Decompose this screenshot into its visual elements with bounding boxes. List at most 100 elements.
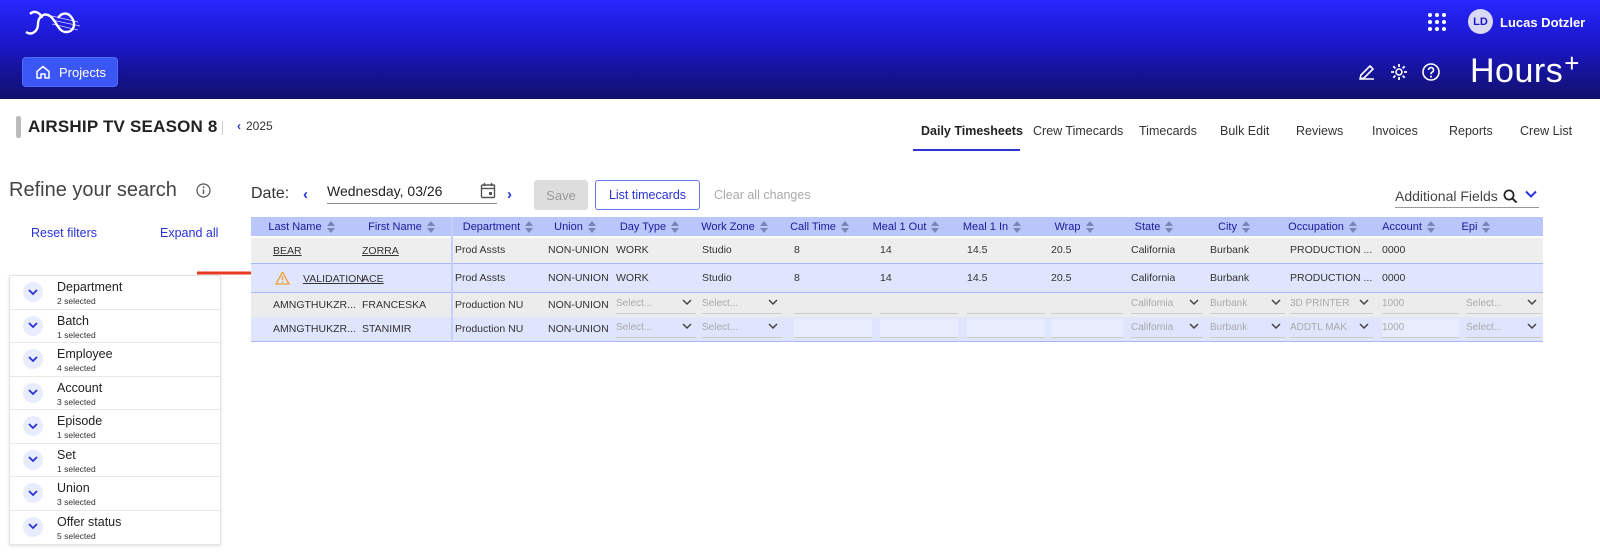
filter-account[interactable]: Account 3 selected	[10, 377, 220, 410]
tab-crew-timecards[interactable]: Crew Timecards	[1033, 124, 1123, 138]
tab-timecards[interactable]: Timecards	[1139, 124, 1197, 138]
col-work-zone[interactable]: Work Zone	[692, 217, 777, 236]
date-input[interactable]: Wednesday, 03/26	[327, 180, 497, 204]
cell-meal-in[interactable]: 14.5	[967, 244, 987, 256]
clear-all-changes-button[interactable]: Clear all changes	[714, 188, 811, 202]
last-name-link[interactable]: BEAR	[273, 245, 302, 257]
col-state[interactable]: State	[1114, 217, 1194, 236]
cell-call-time[interactable]: 8	[794, 272, 800, 284]
year-back-link[interactable]: ‹ 2025	[237, 119, 273, 133]
city-select[interactable]: Burbank	[1210, 319, 1285, 338]
expand-all-link[interactable]: Expand all	[160, 226, 218, 240]
epi-select[interactable]: Select...	[1466, 295, 1541, 314]
cell-occupation[interactable]: PRODUCTION ...	[1290, 272, 1372, 284]
col-day-type[interactable]: Day Type	[607, 217, 692, 236]
table-row[interactable]: BEAR ZORRA Prod Assts NON-UNION WORK Stu…	[251, 238, 1543, 263]
tab-crew-list[interactable]: Crew List	[1520, 124, 1572, 138]
cell-meal-in[interactable]: 14.5	[967, 272, 987, 284]
projects-button[interactable]: Projects	[22, 57, 118, 87]
filter-episode[interactable]: Episode 1 selected	[10, 410, 220, 444]
col-last-name[interactable]: Last Name	[251, 217, 352, 236]
account-input[interactable]: 1000	[1382, 319, 1459, 338]
apps-grid-icon[interactable]	[1428, 13, 1446, 31]
cell-account[interactable]: 0000	[1382, 244, 1405, 256]
day-type-select[interactable]: Select...	[616, 319, 696, 338]
filter-employee[interactable]: Employee 4 selected	[10, 343, 220, 377]
wrap-input[interactable]	[1051, 295, 1123, 314]
col-meal-1-in[interactable]: Meal 1 In	[950, 217, 1034, 236]
table-row[interactable]: AMNGTHUKZR... FRANCESKA Production NU NO…	[251, 293, 1543, 317]
cell-day-type[interactable]: WORK	[616, 244, 649, 256]
col-epi[interactable]: Epi	[1446, 217, 1506, 236]
epi-select[interactable]: Select...	[1466, 319, 1541, 338]
wrap-input[interactable]	[1051, 319, 1123, 338]
state-select[interactable]: California	[1131, 295, 1203, 314]
filter-department[interactable]: Department 2 selected	[10, 276, 220, 310]
city-select[interactable]: Burbank	[1210, 295, 1285, 314]
search-icon[interactable]	[1503, 189, 1518, 204]
list-timecards-button[interactable]: List timecards	[595, 180, 700, 210]
info-icon[interactable]	[196, 183, 211, 198]
col-occupation[interactable]: Occupation	[1274, 217, 1371, 236]
additional-fields-dropdown[interactable]: Additional Fields	[1395, 188, 1498, 204]
cell-day-type[interactable]: WORK	[616, 272, 649, 284]
cell-city[interactable]: Burbank	[1210, 244, 1249, 256]
meal-in-input[interactable]	[967, 319, 1045, 338]
filter-batch[interactable]: Batch 1 selected	[10, 310, 220, 343]
call-time-input[interactable]	[794, 295, 872, 314]
gear-icon[interactable]	[1389, 62, 1409, 82]
work-zone-select[interactable]: Select...	[702, 295, 782, 314]
avatar[interactable]: LD	[1468, 9, 1493, 34]
filter-union[interactable]: Union 3 selected	[10, 477, 220, 511]
cell-account[interactable]: 0000	[1382, 272, 1405, 284]
filter-set[interactable]: Set 1 selected	[10, 444, 220, 477]
account-input[interactable]: 1000	[1382, 295, 1459, 314]
state-select[interactable]: California	[1131, 319, 1203, 338]
calendar-icon[interactable]	[480, 182, 496, 199]
table-row[interactable]: AMNGTHUKZR... STANIMIR Production NU NON…	[251, 317, 1543, 342]
cell-meal-out[interactable]: 14	[880, 272, 892, 284]
tab-reviews[interactable]: Reviews	[1296, 124, 1343, 138]
meal-out-input[interactable]	[880, 295, 958, 314]
meal-out-input[interactable]	[880, 319, 958, 338]
col-city[interactable]: City	[1194, 217, 1274, 236]
filter-offer-status[interactable]: Offer status 5 selected	[10, 511, 220, 545]
prev-date-button[interactable]: ‹	[303, 186, 308, 203]
reset-filters-link[interactable]: Reset filters	[31, 226, 97, 240]
cell-meal-out[interactable]: 14	[880, 244, 892, 256]
col-department[interactable]: Department	[453, 217, 543, 236]
col-wrap[interactable]: Wrap	[1034, 217, 1114, 236]
tab-reports[interactable]: Reports	[1449, 124, 1493, 138]
first-name-link[interactable]: ACE	[362, 273, 384, 285]
occupation-select[interactable]: 3D PRINTER	[1290, 295, 1373, 314]
user-name[interactable]: Lucas Dotzler	[1500, 15, 1585, 30]
cell-work-zone[interactable]: Studio	[702, 272, 732, 284]
tab-invoices[interactable]: Invoices	[1372, 124, 1418, 138]
next-date-button[interactable]: ›	[507, 186, 512, 203]
call-time-input[interactable]	[794, 319, 872, 338]
last-name-link[interactable]: VALIDATION	[303, 273, 364, 285]
save-button[interactable]: Save	[534, 180, 588, 210]
col-meal-1-out[interactable]: Meal 1 Out	[862, 217, 950, 236]
tab-bulk-edit[interactable]: Bulk Edit	[1220, 124, 1269, 138]
cell-work-zone[interactable]: Studio	[702, 244, 732, 256]
table-row[interactable]: VALIDATION ACE Prod Assts NON-UNION WORK…	[251, 263, 1543, 293]
chevron-down-icon[interactable]	[1525, 190, 1537, 199]
work-zone-select[interactable]: Select...	[702, 319, 782, 338]
meal-in-input[interactable]	[967, 295, 1045, 314]
col-call-time[interactable]: Call Time	[777, 217, 862, 236]
pencil-icon[interactable]	[1357, 62, 1377, 82]
cell-wrap[interactable]: 20.5	[1051, 272, 1071, 284]
cell-occupation[interactable]: PRODUCTION ...	[1290, 244, 1372, 256]
cell-state[interactable]: California	[1131, 244, 1175, 256]
cell-call-time[interactable]: 8	[794, 244, 800, 256]
cell-state[interactable]: California	[1131, 272, 1175, 284]
col-account[interactable]: Account	[1371, 217, 1446, 236]
col-first-name[interactable]: First Name	[352, 217, 451, 236]
occupation-select[interactable]: ADDTL MAK	[1290, 319, 1373, 338]
cell-city[interactable]: Burbank	[1210, 272, 1249, 284]
first-name-link[interactable]: ZORRA	[362, 245, 399, 257]
day-type-select[interactable]: Select...	[616, 295, 696, 314]
help-icon[interactable]	[1421, 62, 1441, 82]
tab-daily-timesheets[interactable]: Daily Timesheets	[921, 124, 1023, 138]
